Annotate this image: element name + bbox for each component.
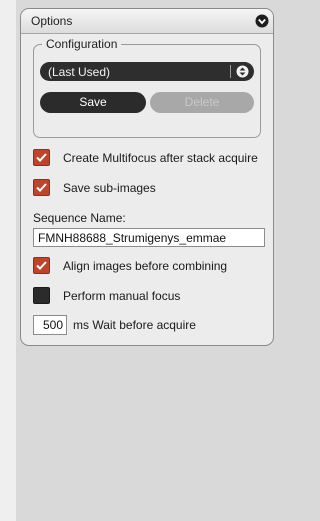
panel-header[interactable]: Options — [21, 9, 273, 34]
configuration-legend: Configuration — [42, 37, 122, 51]
checkmark-icon — [36, 153, 47, 162]
create-multifocus-label: Create Multifocus after stack acquire — [63, 151, 258, 165]
align-images-label: Align images before combining — [63, 259, 228, 273]
left-margin-strip — [0, 0, 16, 521]
sequence-name-input[interactable] — [33, 228, 265, 247]
up-down-arrows-icon — [236, 65, 249, 78]
configuration-group: Configuration (Last Used) Save Delete — [33, 37, 261, 138]
save-button[interactable]: Save — [40, 92, 146, 113]
collapse-chevron-icon[interactable] — [255, 14, 269, 28]
checkmark-icon — [36, 183, 47, 192]
manual-focus-label: Perform manual focus — [63, 289, 181, 303]
create-multifocus-checkbox[interactable] — [33, 149, 50, 166]
checkmark-icon — [36, 261, 47, 270]
delete-button[interactable]: Delete — [150, 92, 254, 113]
configuration-selected-value: (Last Used) — [48, 65, 111, 79]
panel-title: Options — [31, 14, 73, 28]
options-panel: Options Configuration (Last Used) Save D… — [20, 8, 274, 346]
configuration-select[interactable]: (Last Used) — [40, 62, 254, 81]
save-sub-images-checkbox[interactable] — [33, 179, 50, 196]
wait-ms-input[interactable] — [33, 315, 67, 335]
wait-label: ms Wait before acquire — [73, 318, 196, 332]
align-images-checkbox[interactable] — [33, 257, 50, 274]
sequence-name-label: Sequence Name: — [33, 211, 126, 225]
select-divider — [230, 65, 231, 78]
manual-focus-checkbox[interactable] — [33, 287, 50, 304]
save-sub-images-label: Save sub-images — [63, 181, 156, 195]
